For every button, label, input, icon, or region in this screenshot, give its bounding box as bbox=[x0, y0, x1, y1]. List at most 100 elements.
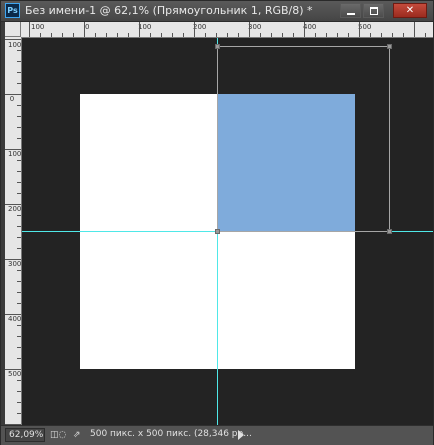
ruler-tick bbox=[17, 292, 21, 293]
ruler-tick bbox=[5, 39, 21, 40]
status-bar: 62,09% ◫◌ ⇗ 500 пикс. x 500 пикс. (28,34… bbox=[1, 425, 433, 445]
ruler-tick bbox=[260, 33, 261, 37]
title-bar[interactable]: Ps Без имени-1 @ 62,1% (Прямоугольник 1,… bbox=[1, 1, 433, 22]
ruler-tick bbox=[17, 380, 21, 381]
ruler-tick bbox=[17, 83, 21, 84]
ruler-tick bbox=[183, 33, 184, 37]
ruler-origin[interactable] bbox=[5, 22, 21, 37]
ruler-tick bbox=[403, 33, 404, 37]
ruler-tick bbox=[315, 33, 316, 37]
ruler-top-label: 400 bbox=[303, 23, 317, 31]
ruler-tick bbox=[51, 33, 52, 37]
ruler-tick bbox=[392, 33, 393, 37]
document-window: Ps Без имени-1 @ 62,1% (Прямоугольник 1,… bbox=[0, 0, 434, 445]
ruler-tick bbox=[17, 72, 21, 73]
vertical-ruler[interactable]: 100 0 100 200 300 400 500 bbox=[5, 37, 22, 425]
ruler-tick bbox=[17, 116, 21, 117]
ruler-tick bbox=[17, 193, 21, 194]
status-menu-arrow-icon[interactable] bbox=[238, 430, 244, 440]
ruler-tick bbox=[17, 182, 21, 183]
ruler-tick bbox=[172, 33, 173, 37]
ruler-tick bbox=[17, 160, 21, 161]
ruler-tick bbox=[17, 105, 21, 106]
status-warning-icon[interactable]: ◫◌ bbox=[50, 429, 66, 441]
ruler-left-label: 200 bbox=[8, 205, 22, 213]
ruler-left-label: 500 bbox=[8, 370, 22, 378]
ruler-tick bbox=[337, 33, 338, 37]
canvas-pasteboard[interactable] bbox=[22, 38, 433, 425]
ruler-tick bbox=[17, 281, 21, 282]
transform-bounding-box[interactable] bbox=[215, 44, 392, 234]
ruler-tick bbox=[5, 204, 21, 205]
close-button[interactable]: ✕ bbox=[393, 3, 427, 18]
ruler-tick bbox=[17, 325, 21, 326]
ruler-tick bbox=[5, 314, 21, 315]
ruler-tick bbox=[271, 33, 272, 37]
ruler-tick bbox=[95, 33, 96, 37]
ruler-tick bbox=[84, 22, 85, 37]
ruler-tick bbox=[17, 270, 21, 271]
ruler-tick bbox=[282, 33, 283, 37]
ruler-tick bbox=[150, 33, 151, 37]
ruler-tick bbox=[17, 215, 21, 216]
ruler-tick bbox=[348, 33, 349, 37]
ruler-tick bbox=[5, 94, 21, 95]
transform-handle[interactable] bbox=[387, 229, 392, 234]
ruler-tick bbox=[17, 391, 21, 392]
ruler-top-label: 500 bbox=[358, 23, 372, 31]
close-icon: ✕ bbox=[405, 5, 415, 16]
ruler-left-label: 100 bbox=[8, 41, 22, 49]
ruler-tick bbox=[161, 33, 162, 37]
ruler-tick bbox=[17, 138, 21, 139]
horizontal-ruler[interactable]: 100 0 100 200 300 400 500 bbox=[21, 22, 433, 38]
ruler-tick bbox=[194, 22, 195, 37]
ruler-tick bbox=[370, 33, 371, 37]
ruler-tick bbox=[139, 22, 140, 37]
ruler-tick bbox=[414, 22, 415, 37]
ruler-tick bbox=[17, 171, 21, 172]
ruler-top-label: 100 bbox=[31, 23, 45, 31]
ruler-tick bbox=[5, 259, 21, 260]
ruler-top-label: 200 bbox=[193, 23, 207, 31]
ruler-tick bbox=[17, 50, 21, 51]
ruler-tick bbox=[17, 347, 21, 348]
ruler-tick bbox=[17, 248, 21, 249]
transform-handle[interactable] bbox=[215, 44, 220, 49]
ruler-top-label: 100 bbox=[138, 23, 152, 31]
ruler-tick bbox=[359, 22, 360, 37]
ruler-left-label: 0 bbox=[9, 95, 15, 103]
ruler-tick bbox=[205, 33, 206, 37]
ruler-tick bbox=[238, 33, 239, 37]
ruler-tick bbox=[17, 402, 21, 403]
photoshop-logo-icon: Ps bbox=[5, 3, 20, 18]
ruler-tick bbox=[62, 33, 63, 37]
ruler-top-label: 0 bbox=[85, 23, 90, 31]
ruler-tick bbox=[227, 33, 228, 37]
transform-handle[interactable] bbox=[387, 44, 392, 49]
ruler-tick bbox=[17, 237, 21, 238]
ruler-tick bbox=[17, 358, 21, 359]
ruler-tick bbox=[106, 33, 107, 37]
ruler-left-label: 100 bbox=[8, 150, 22, 158]
window-title: Без имени-1 @ 62,1% (Прямоугольник 1, RG… bbox=[25, 4, 313, 17]
ruler-top-label: 300 bbox=[248, 23, 262, 31]
ruler-tick bbox=[216, 33, 217, 37]
ruler-tick bbox=[17, 127, 21, 128]
maximize-button[interactable] bbox=[363, 3, 384, 18]
zoom-level-field[interactable]: 62,09% bbox=[5, 428, 45, 442]
ruler-tick bbox=[117, 33, 118, 37]
transform-handle[interactable] bbox=[215, 229, 220, 234]
ruler-tick bbox=[17, 336, 21, 337]
ruler-tick bbox=[304, 22, 305, 37]
ruler-tick bbox=[293, 33, 294, 37]
minimize-button[interactable] bbox=[340, 3, 361, 18]
ruler-tick bbox=[381, 33, 382, 37]
ruler-tick bbox=[17, 226, 21, 227]
ruler-tick bbox=[29, 22, 30, 37]
ruler-tick bbox=[40, 33, 41, 37]
ruler-tick bbox=[73, 33, 74, 37]
ruler-left-label: 300 bbox=[8, 260, 22, 268]
share-icon[interactable]: ⇗ bbox=[73, 429, 81, 441]
ruler-tick bbox=[249, 22, 250, 37]
ruler-left-label: 400 bbox=[8, 315, 22, 323]
